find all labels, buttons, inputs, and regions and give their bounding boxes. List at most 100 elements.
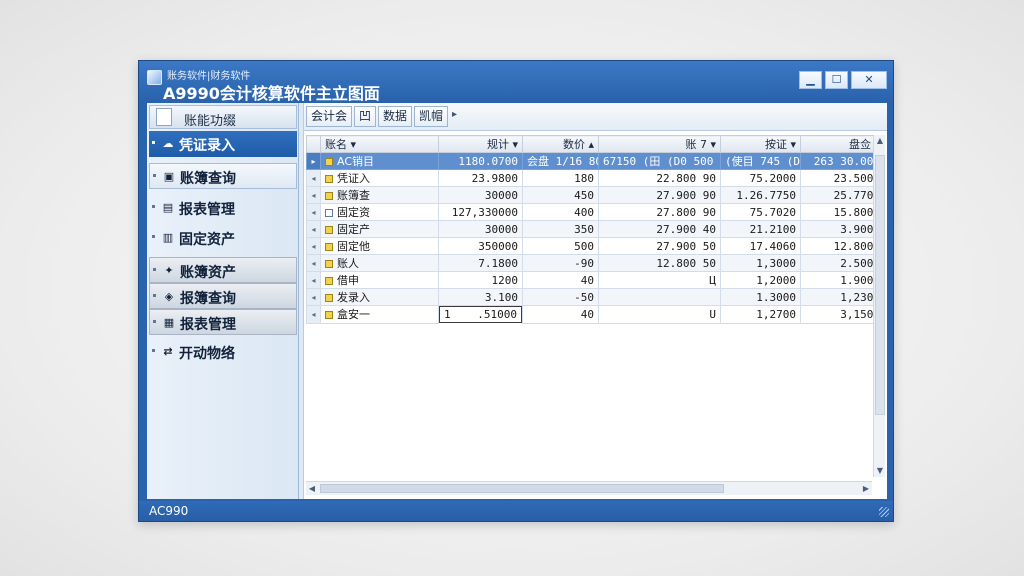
sidebar-item-ledger-assets[interactable]: ✦ 账簿资产 [149,257,297,283]
cell-total[interactable]: 23.9800 [438,169,523,187]
cell-total[interactable]: 30000 [438,186,523,204]
row-header-icon[interactable]: ◂ [306,186,321,204]
column-header-name[interactable]: 账名 ▾ [320,135,439,153]
cell-balance[interactable]: 23.5000 [800,169,885,187]
tab-edit[interactable]: 凯帽 [414,106,449,127]
cell-account[interactable]: 27.800 90 [598,203,721,221]
horizontal-scrollbar[interactable]: ◀ ▶ [306,481,872,495]
row-checkbox[interactable] [325,243,333,251]
cell-total[interactable]: 350000 [438,237,523,255]
cell-name[interactable]: 固定资 [320,203,439,221]
row-header-icon[interactable]: ◂ [306,271,321,289]
cell-account[interactable]: U [598,305,721,324]
sidebar-item-ledger-query[interactable]: ▣ 账簿查询 [149,163,297,189]
cell-name[interactable]: AC销目 [320,152,439,170]
cell-balance[interactable]: 1.9000 [800,271,885,289]
cell-name[interactable]: 账人 [320,254,439,272]
row-checkbox[interactable] [325,192,333,200]
cell-voucher[interactable]: 1.3000 [720,288,801,306]
table-row[interactable]: ◂ 盒安一 1 .51000 40 U 1,2700 3,1500 [306,305,885,324]
cell-name[interactable]: 凭证入 [320,169,439,187]
table-row[interactable]: ◂ 固定资 127,330000 400 27.800 90 75.7020 15.8000 [306,203,885,221]
cell-balance[interactable]: 12.8000 [800,237,885,255]
cell-price[interactable]: 500 [522,237,599,255]
row-header-icon[interactable]: ◂ [306,169,321,187]
cell-account[interactable]: 27.900 40 [598,220,721,238]
cell-voucher[interactable]: 75.2000 [720,169,801,187]
row-header-icon[interactable]: ◂ [306,203,321,221]
cell-price[interactable]: 会盘 1/16 80 [522,152,599,170]
cell-balance[interactable]: 2.5000 [800,254,885,272]
cell-name[interactable]: 借申 [320,271,439,289]
row-checkbox[interactable] [325,260,333,268]
cell-voucher[interactable]: 1,2000 [720,271,801,289]
tab-data[interactable]: 数据 [378,106,413,127]
cell-price[interactable]: 400 [522,203,599,221]
cell-total[interactable]: 1200 [438,271,523,289]
sidebar-item-open-network[interactable]: ⇄ 开动物络 [149,339,297,365]
cell-name[interactable]: 发录入 [320,288,439,306]
cell-name[interactable]: 固定产 [320,220,439,238]
column-header-price[interactable]: 数价 ▴ [522,135,599,153]
cell-price[interactable]: 350 [522,220,599,238]
cell-price[interactable]: 40 [522,305,599,324]
scroll-down-icon[interactable]: ▼ [874,465,886,477]
tab-accounting[interactable]: 会计会 [306,106,353,127]
cell-account[interactable]: 22.800 90 [598,169,721,187]
sidebar-header[interactable]: 账能功缀 [149,105,297,129]
cell-account[interactable]: 27.900 90 [598,186,721,204]
cell-total[interactable]: 1180.0700 [438,152,523,170]
table-row[interactable]: ◂ 固定他 350000 500 27.900 50 17.4060 12.8000 [306,237,885,255]
cell-account[interactable]: 27.900 50 [598,237,721,255]
cell-balance[interactable]: 3.9000 [800,220,885,238]
cell-account[interactable]: 12.800 50 [598,254,721,272]
scroll-left-icon[interactable]: ◀ [306,482,318,496]
sidebar-item-report-query[interactable]: ◈ 报簿查询 [149,283,297,309]
maximize-button[interactable]: ☐ [825,71,848,89]
cell-voucher[interactable]: 17.4060 [720,237,801,255]
cell-name[interactable]: 盒安一 [320,305,439,324]
cell-balance[interactable]: 1,2300 [800,288,885,306]
cell-price[interactable]: 180 [522,169,599,187]
table-row[interactable]: ◂ 账簿查 30000 450 27.900 90 1.26.7750 25.7700 [306,186,885,204]
horizontal-scroll-thumb[interactable] [320,484,724,493]
cell-account[interactable] [598,288,721,306]
row-checkbox[interactable] [325,175,333,183]
sidebar-item-report-management-2[interactable]: ▦ 报表管理 [149,309,297,335]
row-checkbox[interactable] [325,158,333,166]
row-header-icon[interactable]: ◂ [306,305,321,324]
cell-balance[interactable]: 15.8000 [800,203,885,221]
cell-name[interactable]: 固定他 [320,237,439,255]
cell-voucher[interactable]: 1,2700 [720,305,801,324]
vertical-scroll-thumb[interactable] [875,155,885,415]
resize-grip-icon[interactable] [879,507,889,517]
row-header-icon[interactable]: ▸ [306,152,321,170]
cell-total[interactable]: 30000 [438,220,523,238]
vertical-scrollbar[interactable]: ▲ ▼ [873,135,885,477]
row-checkbox[interactable] [325,277,333,285]
cell-voucher[interactable]: 75.7020 [720,203,801,221]
table-row[interactable]: ◂ 发录入 3.100 -50 1.3000 1,2300 [306,288,885,306]
cell-account[interactable]: Ц [598,271,721,289]
cell-price[interactable]: 450 [522,186,599,204]
cell-total[interactable]: 1 .51000 [439,306,522,323]
toolbar-overflow-icon[interactable]: ▸ [452,109,457,120]
row-checkbox[interactable] [325,311,333,320]
table-row[interactable]: ◂ 凭证入 23.9800 180 22.800 90 75.2000 23.5000 [306,169,885,187]
sidebar-item-report-management[interactable]: ▤ 报表管理 [149,195,297,221]
table-row[interactable]: ◂ 借申 1200 40 Ц 1,2000 1.9000 [306,271,885,289]
cell-total[interactable]: 127,330000 [438,203,523,221]
row-header-icon[interactable]: ◂ [306,220,321,238]
cell-name[interactable]: 账簿查 [320,186,439,204]
cell-balance[interactable]: 25.7700 [800,186,885,204]
cell-voucher[interactable]: 21.2100 [720,220,801,238]
table-row[interactable]: ▸ AC销目 1180.0700 会盘 1/16 80 67150 (田 (D0 500… [306,152,885,170]
cell-price[interactable]: -90 [522,254,599,272]
close-button[interactable]: ✕ [851,71,887,89]
row-header-icon[interactable]: ◂ [306,288,321,306]
row-checkbox[interactable] [325,209,333,217]
cell-voucher[interactable]: (使目 745 (D00 [720,152,801,170]
cell-price[interactable]: 40 [522,271,599,289]
cell-balance[interactable]: 3,1500 [800,305,885,324]
cell-account[interactable]: 67150 (田 (D0 500 60 [598,152,721,170]
